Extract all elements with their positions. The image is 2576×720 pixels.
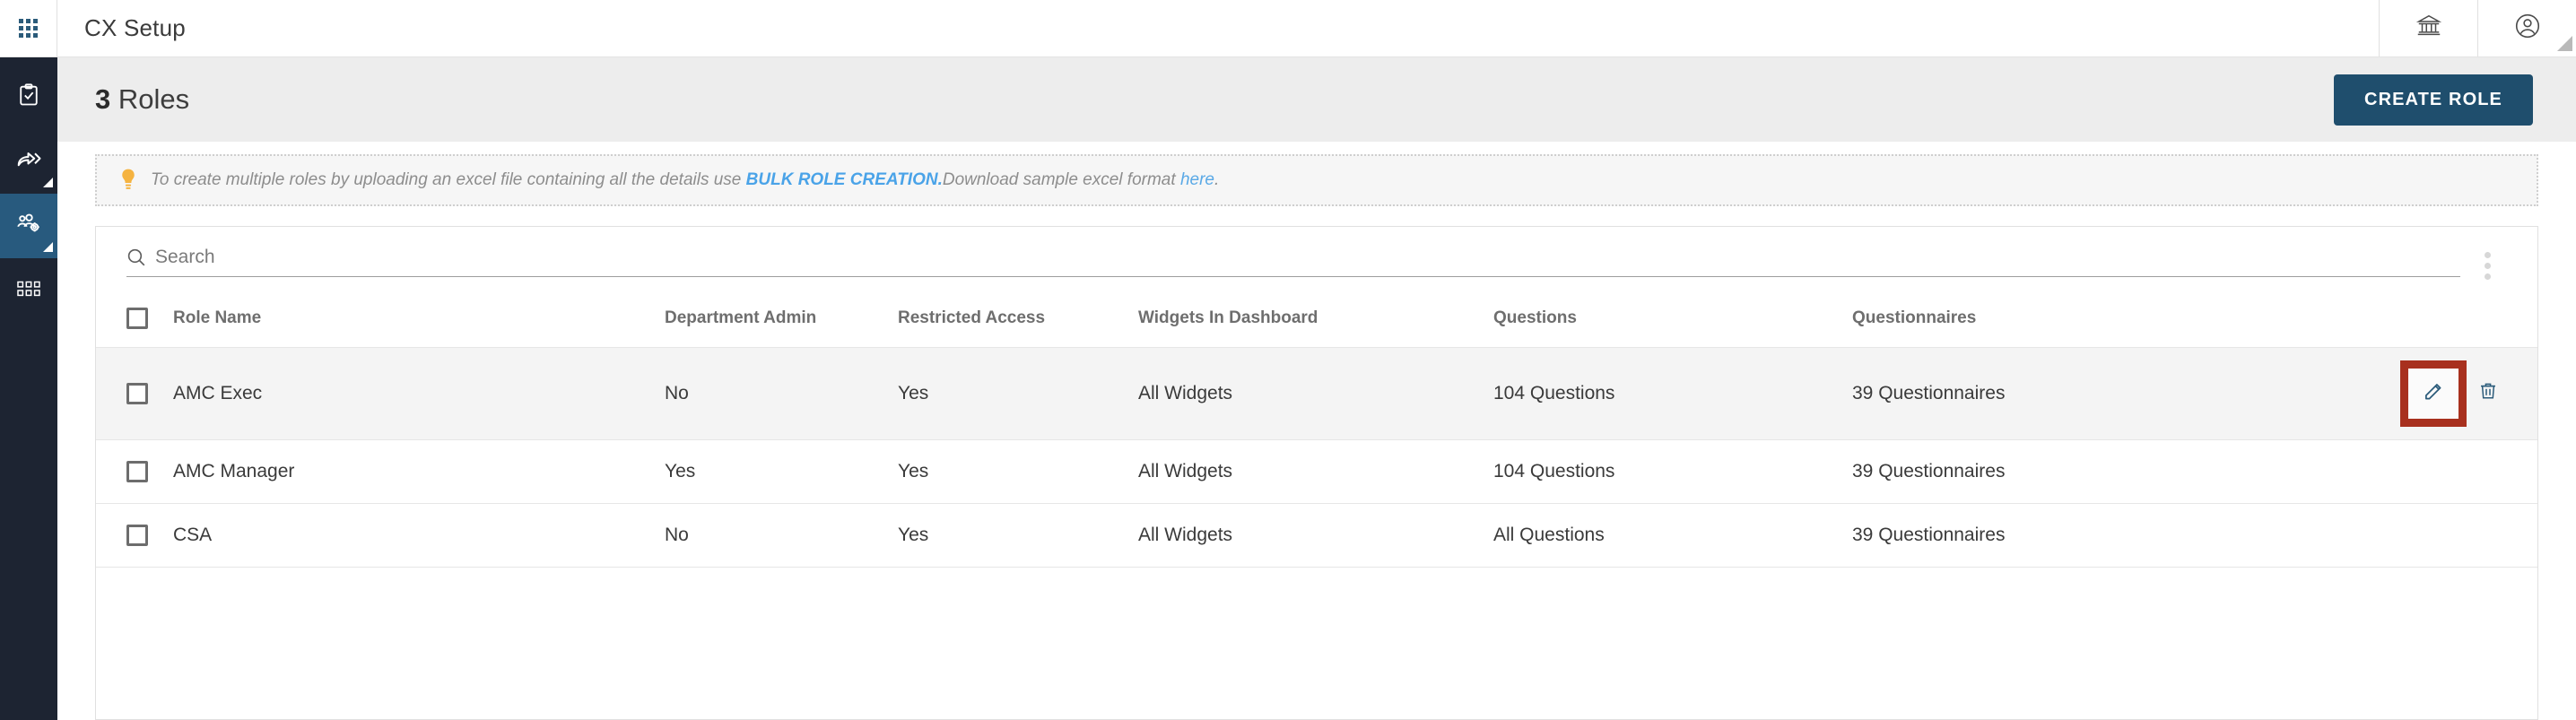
row-checkbox[interactable] bbox=[126, 383, 148, 404]
column-header-questions[interactable]: Questions bbox=[1493, 291, 1852, 348]
row-checkbox[interactable] bbox=[126, 525, 148, 546]
select-all-checkbox[interactable] bbox=[126, 308, 148, 329]
create-role-button[interactable]: CREATE ROLE bbox=[2334, 74, 2533, 126]
bulk-role-creation-link[interactable]: BULK ROLE CREATION. bbox=[746, 170, 943, 189]
cell-restricted-access: Yes bbox=[898, 347, 1138, 440]
search-icon bbox=[126, 247, 146, 267]
table-empty-space bbox=[96, 568, 2537, 719]
column-header-role-name[interactable]: Role Name bbox=[173, 291, 665, 348]
table-row[interactable]: AMC Exec No Yes All Widgets 104 Question… bbox=[96, 347, 2537, 440]
cell-actions bbox=[2400, 347, 2537, 440]
apps-grid-icon bbox=[19, 19, 38, 38]
edit-pencil-icon bbox=[2422, 379, 2445, 408]
cell-widgets-in-dashboard: All Widgets bbox=[1138, 347, 1493, 440]
row-select-cell bbox=[96, 439, 173, 504]
cell-actions bbox=[2408, 439, 2537, 504]
cell-role-name: AMC Exec bbox=[173, 347, 665, 440]
column-header-actions bbox=[2408, 291, 2537, 348]
banner-wrap: To create multiple roles by uploading an… bbox=[57, 142, 2576, 217]
institution-button[interactable] bbox=[2379, 0, 2477, 56]
roles-table-head: Role Name Department Admin Restricted Ac… bbox=[96, 291, 2537, 348]
select-all-header bbox=[96, 291, 173, 348]
delete-role-button[interactable] bbox=[2467, 373, 2509, 414]
users-gear-icon bbox=[15, 211, 42, 242]
search-input[interactable] bbox=[155, 247, 2460, 268]
submenu-indicator bbox=[43, 178, 53, 187]
cell-questionnaires: 39 Questionnaires bbox=[1852, 347, 2408, 440]
window-resize-handle[interactable] bbox=[2557, 36, 2572, 51]
banner-text: To create multiple roles by uploading an… bbox=[151, 170, 1219, 190]
table-row[interactable]: CSA No Yes All Widgets All Questions 39 … bbox=[96, 503, 2537, 568]
cell-questions: 104 Questions bbox=[1493, 347, 1852, 440]
cell-role-name: AMC Manager bbox=[173, 439, 665, 504]
edit-role-button[interactable] bbox=[2400, 360, 2467, 427]
bulk-creation-banner: To create multiple roles by uploading an… bbox=[95, 154, 2538, 206]
page-header-title: CX Setup bbox=[84, 14, 186, 41]
more-options-icon[interactable] bbox=[2460, 247, 2514, 280]
cell-actions bbox=[2408, 503, 2537, 568]
page-head: 3 Roles CREATE ROLE bbox=[57, 57, 2576, 142]
roles-card: Role Name Department Admin Restricted Ac… bbox=[95, 226, 2538, 720]
roles-count: 3 bbox=[95, 83, 111, 115]
row-select-cell bbox=[96, 503, 173, 568]
delete-trash-icon bbox=[2477, 380, 2499, 407]
search-box bbox=[126, 247, 2460, 277]
grid-modules-icon bbox=[16, 279, 41, 303]
column-header-department-admin[interactable]: Department Admin bbox=[665, 291, 898, 348]
cell-questions: 104 Questions bbox=[1493, 439, 1852, 504]
banner-text-before: To create multiple roles by uploading an… bbox=[151, 170, 746, 189]
clipboard-check-icon bbox=[16, 82, 41, 112]
submenu-indicator bbox=[43, 242, 53, 252]
cell-restricted-access: Yes bbox=[898, 439, 1138, 504]
sidebar-item-modules[interactable] bbox=[0, 258, 57, 323]
banner-text-middle: Download sample excel format bbox=[942, 170, 1180, 189]
page-title: 3 Roles bbox=[95, 83, 189, 116]
top-bar-actions bbox=[2379, 0, 2576, 56]
banner-text-end: . bbox=[1214, 170, 1220, 189]
cell-widgets-in-dashboard: All Widgets bbox=[1138, 439, 1493, 504]
cell-questionnaires: 39 Questionnaires bbox=[1852, 503, 2408, 568]
search-underline bbox=[126, 276, 2460, 277]
table-row[interactable]: AMC Manager Yes Yes All Widgets 104 Ques… bbox=[96, 439, 2537, 504]
left-nav-rail bbox=[0, 57, 57, 720]
cell-department-admin: No bbox=[665, 503, 898, 568]
roles-label: Roles bbox=[110, 83, 190, 115]
table-header-row: Role Name Department Admin Restricted Ac… bbox=[96, 291, 2537, 348]
main-content: 3 Roles CREATE ROLE To create multiple r… bbox=[57, 57, 2576, 720]
column-header-restricted-access[interactable]: Restricted Access bbox=[898, 291, 1138, 348]
cell-questionnaires: 39 Questionnaires bbox=[1852, 439, 2408, 504]
cell-role-name: CSA bbox=[173, 503, 665, 568]
column-header-widgets-in-dashboard[interactable]: Widgets In Dashboard bbox=[1138, 291, 1493, 348]
roles-card-wrap: Role Name Department Admin Restricted Ac… bbox=[57, 217, 2576, 720]
sidebar-item-distribute[interactable] bbox=[0, 129, 57, 194]
cell-questions: All Questions bbox=[1493, 503, 1852, 568]
apps-launcher-button[interactable] bbox=[0, 0, 57, 56]
search-row bbox=[96, 227, 2537, 291]
top-bar: CX Setup bbox=[0, 0, 2576, 57]
here-link[interactable]: here bbox=[1180, 170, 1214, 189]
sidebar-item-user-management[interactable] bbox=[0, 194, 57, 258]
bank-institution-icon bbox=[2415, 13, 2442, 44]
user-account-icon bbox=[2513, 12, 2542, 45]
body-region: 3 Roles CREATE ROLE To create multiple r… bbox=[0, 57, 2576, 720]
cell-restricted-access: Yes bbox=[898, 503, 1138, 568]
share-arrow-icon bbox=[15, 146, 42, 178]
row-select-cell bbox=[96, 347, 173, 440]
row-action-group bbox=[2400, 360, 2537, 427]
sidebar-item-surveys[interactable] bbox=[0, 65, 57, 129]
row-checkbox[interactable] bbox=[126, 461, 148, 482]
column-header-questionnaires[interactable]: Questionnaires bbox=[1852, 291, 2408, 348]
lightbulb-icon bbox=[118, 168, 138, 193]
roles-table-body: AMC Exec No Yes All Widgets 104 Question… bbox=[96, 347, 2537, 568]
roles-table: Role Name Department Admin Restricted Ac… bbox=[96, 291, 2537, 568]
cell-widgets-in-dashboard: All Widgets bbox=[1138, 503, 1493, 568]
cell-department-admin: Yes bbox=[665, 439, 898, 504]
app-root: CX Setup 3 Roles CREATE ROLE To create m… bbox=[0, 0, 2576, 720]
cell-department-admin: No bbox=[665, 347, 898, 440]
